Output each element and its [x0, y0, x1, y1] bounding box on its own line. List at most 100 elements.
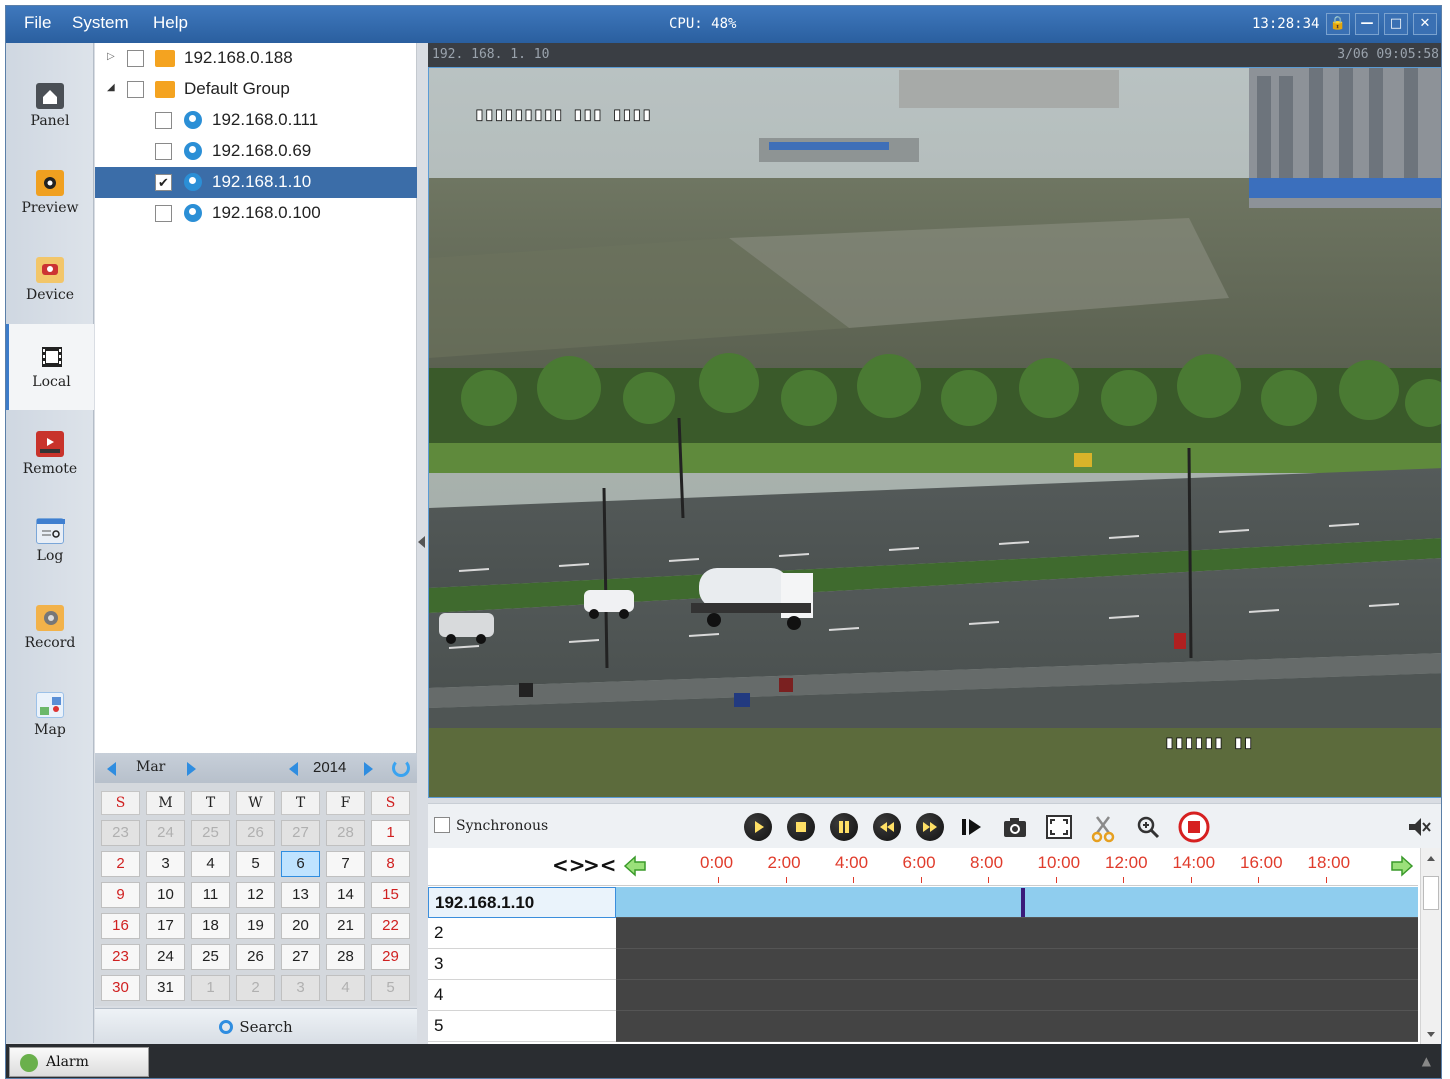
calendar-day-other-month[interactable]: 23 [101, 820, 140, 846]
calendar-day[interactable]: 25 [191, 944, 230, 970]
record-stop-icon[interactable] [1178, 811, 1210, 843]
tree-device[interactable]: 192.168.0.100 [95, 198, 417, 229]
fullscreen-icon[interactable] [1046, 815, 1072, 839]
calendar-day[interactable]: 9 [101, 882, 140, 908]
calendar-day[interactable]: 21 [326, 913, 365, 939]
video-frame[interactable]: ▮▮▮▮▮▮▮▮▮ ▮▮▮ ▮▮▮▮ ▮▮▮▮▮▮ ▮▮ [428, 67, 1441, 798]
calendar-day-other-month[interactable]: 25 [191, 820, 230, 846]
tree-device[interactable]: 192.168.0.111 [95, 105, 417, 136]
timeline-prev-icon[interactable] [623, 854, 647, 882]
pause-icon[interactable] [830, 813, 858, 841]
checkbox-checked[interactable]: ✔ [155, 174, 172, 191]
timeline-row-track[interactable] [616, 887, 1418, 918]
calendar-day-other-month[interactable]: 5 [371, 975, 410, 1001]
tree-group[interactable]: ◢ Default Group [95, 74, 417, 105]
zoom-in-timeline-icon[interactable]: >< [583, 853, 617, 877]
nav-panel[interactable]: Panel [6, 83, 94, 169]
calendar-day[interactable]: 13 [281, 882, 320, 908]
calendar-day[interactable]: 22 [371, 913, 410, 939]
calendar-day-other-month[interactable]: 27 [281, 820, 320, 846]
nav-preview[interactable]: Preview [6, 170, 94, 256]
calendar-day-other-month[interactable]: 26 [236, 820, 275, 846]
nav-map[interactable]: Map [6, 692, 94, 778]
play-icon[interactable] [744, 813, 772, 841]
checkbox[interactable] [155, 205, 172, 222]
calendar-day[interactable]: 30 [101, 975, 140, 1001]
checkbox[interactable] [127, 50, 144, 67]
timeline-row-label[interactable]: 2 [428, 918, 616, 949]
calendar-day[interactable]: 29 [371, 944, 410, 970]
checkbox[interactable] [127, 81, 144, 98]
mute-icon[interactable] [1406, 815, 1432, 839]
scroll-thumb[interactable] [1423, 876, 1439, 910]
calendar-day-other-month[interactable]: 24 [146, 820, 185, 846]
calendar-day[interactable]: 12 [236, 882, 275, 908]
timeline-next-icon[interactable] [1390, 854, 1414, 882]
menu-system[interactable]: System [72, 13, 129, 33]
nav-local[interactable]: Local [6, 324, 94, 410]
close-button[interactable]: ✕ [1413, 13, 1437, 35]
lock-icon[interactable]: 🔒 [1326, 13, 1350, 35]
minimize-button[interactable]: — [1355, 13, 1379, 35]
next-month-icon[interactable] [187, 762, 196, 776]
scroll-down-icon[interactable] [1427, 1032, 1435, 1037]
playhead[interactable] [1021, 888, 1025, 917]
tree-device-selected[interactable]: ✔ 192.168.1.10 [95, 167, 417, 198]
calendar-day-other-month[interactable]: 2 [236, 975, 275, 1001]
fast-forward-icon[interactable] [916, 813, 944, 841]
calendar-day[interactable]: 3 [146, 851, 185, 877]
menu-help[interactable]: Help [153, 13, 188, 33]
zoom-out-timeline-icon[interactable]: <> [552, 853, 586, 877]
tree-device[interactable]: 192.168.0.69 [95, 136, 417, 167]
calendar-day-other-month[interactable]: 3 [281, 975, 320, 1001]
calendar-day[interactable]: 26 [236, 944, 275, 970]
calendar-day[interactable]: 24 [146, 944, 185, 970]
collapse-arrow-icon[interactable]: ◢ [107, 82, 115, 93]
alarm-button[interactable]: Alarm [9, 1047, 149, 1077]
expand-up-icon[interactable]: ▲ [1422, 1054, 1431, 1068]
next-year-icon[interactable] [364, 762, 373, 776]
timeline-row-track[interactable] [616, 949, 1418, 980]
calendar-day-other-month[interactable]: 28 [326, 820, 365, 846]
expand-arrow-icon[interactable]: ▷ [107, 51, 115, 62]
calendar-day-other-month[interactable]: 4 [326, 975, 365, 1001]
calendar-day[interactable]: 6 [281, 851, 320, 877]
collapse-panel-icon[interactable] [418, 536, 425, 548]
checkbox[interactable] [155, 112, 172, 129]
calendar-day[interactable]: 28 [326, 944, 365, 970]
calendar-day[interactable]: 5 [236, 851, 275, 877]
timeline-row-label[interactable]: 3 [428, 949, 616, 980]
calendar-day[interactable]: 8 [371, 851, 410, 877]
synchronous-checkbox[interactable] [434, 817, 450, 833]
timeline-row-label[interactable]: 5 [428, 1011, 616, 1042]
checkbox[interactable] [155, 143, 172, 160]
scroll-up-icon[interactable] [1427, 856, 1435, 861]
maximize-button[interactable]: □ [1384, 13, 1408, 35]
prev-month-icon[interactable] [107, 762, 116, 776]
timeline-row-track[interactable] [616, 980, 1418, 1011]
nav-record[interactable]: Record [6, 605, 94, 691]
calendar-day[interactable]: 10 [146, 882, 185, 908]
calendar-day-other-month[interactable]: 1 [191, 975, 230, 1001]
calendar-day[interactable]: 2 [101, 851, 140, 877]
calendar-day[interactable]: 15 [371, 882, 410, 908]
zoom-in-icon[interactable] [1135, 815, 1161, 839]
calendar-day[interactable]: 19 [236, 913, 275, 939]
timeline-row-track[interactable] [616, 1011, 1418, 1042]
step-forward-icon[interactable] [959, 815, 985, 839]
timeline-scrollbar[interactable] [1420, 848, 1441, 1044]
calendar-day[interactable]: 14 [326, 882, 365, 908]
calendar-day[interactable]: 4 [191, 851, 230, 877]
calendar-day[interactable]: 27 [281, 944, 320, 970]
calendar-day[interactable]: 7 [326, 851, 365, 877]
calendar-day[interactable]: 17 [146, 913, 185, 939]
nav-remote[interactable]: Remote [6, 431, 94, 517]
calendar-day[interactable]: 18 [191, 913, 230, 939]
timeline-row-track[interactable] [616, 918, 1418, 949]
clip-icon[interactable] [1090, 815, 1116, 843]
stop-icon[interactable] [787, 813, 815, 841]
search-button[interactable]: Search [95, 1008, 417, 1044]
timeline-row-label[interactable]: 4 [428, 980, 616, 1011]
calendar-day[interactable]: 23 [101, 944, 140, 970]
prev-year-icon[interactable] [289, 762, 298, 776]
